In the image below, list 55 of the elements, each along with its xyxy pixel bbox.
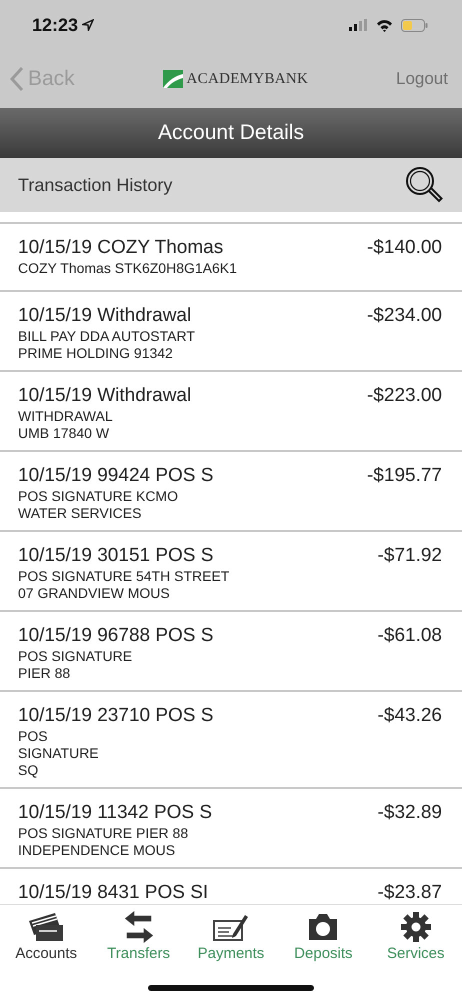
logo-icon	[162, 70, 183, 88]
signal-icon	[349, 19, 368, 31]
transaction-title: 10/15/19 30151 POS S	[18, 544, 214, 568]
transaction-detail: WATER SERVICES	[18, 505, 142, 522]
transaction-title: 10/15/19 COZY Thomas	[18, 236, 224, 260]
transaction-amount: -$61.08	[378, 624, 442, 648]
tab-item[interactable]: Transfers	[92, 905, 185, 972]
transaction-title: 10/15/19 8431 POS SI	[18, 881, 208, 905]
transaction-detail: 07 GRANDVIEW MOUS	[18, 585, 171, 602]
transaction-detail: BILL PAY DDA AUTOSTART	[18, 328, 195, 345]
transaction-detail: POS SIGNATURE 54TH STREET	[18, 568, 230, 585]
transaction-amount: -$223.00	[366, 384, 442, 408]
transaction-amount: -$234.00	[366, 304, 442, 328]
page-title: Account Details	[0, 108, 462, 158]
transaction-title: 10/15/19 99424 POS S	[18, 464, 214, 488]
transaction-title: 10/15/19 Withdrawal	[18, 384, 192, 408]
tab-item[interactable]: Accounts	[0, 905, 92, 972]
transaction-detail: WITHDRAWAL	[18, 408, 114, 425]
tab-item[interactable]: Payments	[184, 905, 277, 972]
transaction-amount: -$195.77	[366, 464, 442, 488]
transaction-detail: PRIME HOLDING 91342	[18, 345, 174, 362]
transaction-detail: UMB 17840 W	[18, 425, 110, 442]
transaction-detail: SIGNATURE	[18, 745, 100, 762]
transaction-detail: PIER 88	[18, 665, 72, 682]
transaction-detail: SQ	[18, 762, 40, 779]
transaction-title: 10/15/19 23710 POS S	[18, 704, 214, 728]
transaction-title: 10/15/19 96788 POS S	[18, 624, 214, 648]
battery-icon	[401, 18, 428, 32]
transaction-detail: COZY Thomas STK6Z0H8G1A6K1	[18, 260, 237, 277]
logo-text: ACADEMYBANK	[186, 70, 308, 89]
card-wallet-icon	[27, 911, 66, 943]
transaction-title: 10/15/19 Withdrawal	[18, 304, 192, 328]
transfer-arrows-icon	[124, 911, 154, 943]
transaction-detail: INDEPENDENCE MOUS	[18, 842, 176, 859]
section-title: Transaction History	[18, 174, 172, 197]
transaction-detail: POS SIGNATURE PIER 88	[18, 825, 190, 842]
transaction-amount: -$32.89	[378, 801, 442, 825]
tab-item[interactable]: Services	[370, 905, 462, 972]
transaction-title: 10/15/19 11342 POS S	[18, 801, 212, 825]
tab-item[interactable]: Deposits	[277, 905, 370, 972]
transaction-amount: -$71.92	[378, 544, 442, 568]
back-chevron-icon	[10, 66, 24, 92]
search-icon[interactable]	[404, 165, 444, 205]
gear-icon	[400, 911, 431, 943]
transaction-detail: POS SIGNATURE KCMO	[18, 488, 179, 505]
transaction-detail: POS	[18, 728, 49, 745]
camera-icon	[307, 911, 340, 943]
transaction-amount: -$140.00	[366, 236, 442, 260]
logout-button[interactable]: Logout	[396, 66, 448, 92]
transaction-amount: -$23.87	[378, 881, 442, 898]
clock-time: 12:23	[32, 14, 78, 36]
transaction-amount: -$43.26	[378, 704, 442, 728]
location-arrow-icon	[82, 19, 94, 31]
transaction-detail: POS SIGNATURE	[18, 648, 134, 665]
wifi-icon	[376, 18, 393, 32]
